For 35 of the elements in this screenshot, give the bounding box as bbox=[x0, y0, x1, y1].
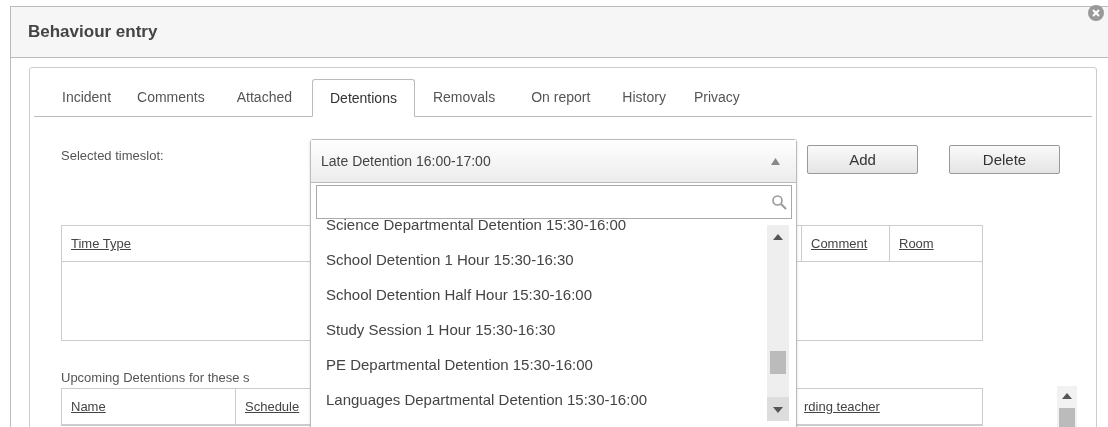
tab[interactable]: Attached bbox=[216, 89, 312, 116]
search-field[interactable] bbox=[316, 185, 792, 219]
tab[interactable]: Incident bbox=[48, 89, 126, 116]
tab[interactable]: Removals bbox=[414, 89, 514, 116]
column-header[interactable]: Comment bbox=[801, 226, 889, 261]
scroll-down-button[interactable] bbox=[767, 397, 789, 421]
action-button[interactable]: Add bbox=[807, 145, 918, 174]
dropdown-option[interactable]: Study Session 1 Hour 15:30-16:30 bbox=[311, 312, 796, 347]
dropdown-option[interactable]: PE Departmental Detention 15:30-16:00 bbox=[311, 347, 796, 382]
caret-up-icon bbox=[771, 157, 780, 165]
dropdown-header[interactable]: Late Detention 16:00-17:00 bbox=[311, 140, 796, 183]
dropdown-option[interactable]: School Detention 1 Hour 15:30-16:30 bbox=[311, 242, 796, 277]
search-icon bbox=[771, 194, 787, 210]
tab[interactable]: Comments bbox=[125, 89, 217, 116]
tab[interactable]: On report bbox=[513, 89, 609, 116]
scroll-thumb[interactable] bbox=[770, 351, 786, 374]
scroll-down-icon[interactable] bbox=[773, 406, 783, 414]
dropdown-option[interactable]: Languages Departmental Detention 15:30-16:00 bbox=[311, 382, 796, 417]
list-scrollbar[interactable] bbox=[767, 225, 789, 421]
tab[interactable]: Detentions bbox=[312, 79, 415, 117]
timeslot-label: Selected timeslot: bbox=[61, 148, 164, 163]
scroll-up-icon[interactable] bbox=[773, 233, 783, 241]
tab[interactable]: Privacy bbox=[679, 89, 754, 116]
dropdown-option[interactable]: Science Departmental Detention 15:30-16:00 bbox=[311, 219, 796, 242]
tab[interactable]: History bbox=[608, 89, 680, 116]
column-header[interactable]: Name bbox=[62, 389, 235, 424]
column-header[interactable]: Room bbox=[889, 226, 982, 261]
dropdown-option[interactable]: School Detention Half Hour 15:30-16:00 bbox=[311, 277, 796, 312]
selected-value: Late Detention 16:00-17:00 bbox=[321, 153, 491, 169]
scrollbar[interactable] bbox=[1057, 386, 1077, 427]
dialog-title: Behaviour entry bbox=[28, 22, 158, 42]
close-icon[interactable] bbox=[1087, 4, 1105, 22]
scroll-up-icon[interactable] bbox=[1062, 392, 1072, 400]
action-button[interactable]: Delete bbox=[949, 145, 1060, 174]
upcoming-label: Upcoming Detentions for these s bbox=[61, 370, 250, 385]
